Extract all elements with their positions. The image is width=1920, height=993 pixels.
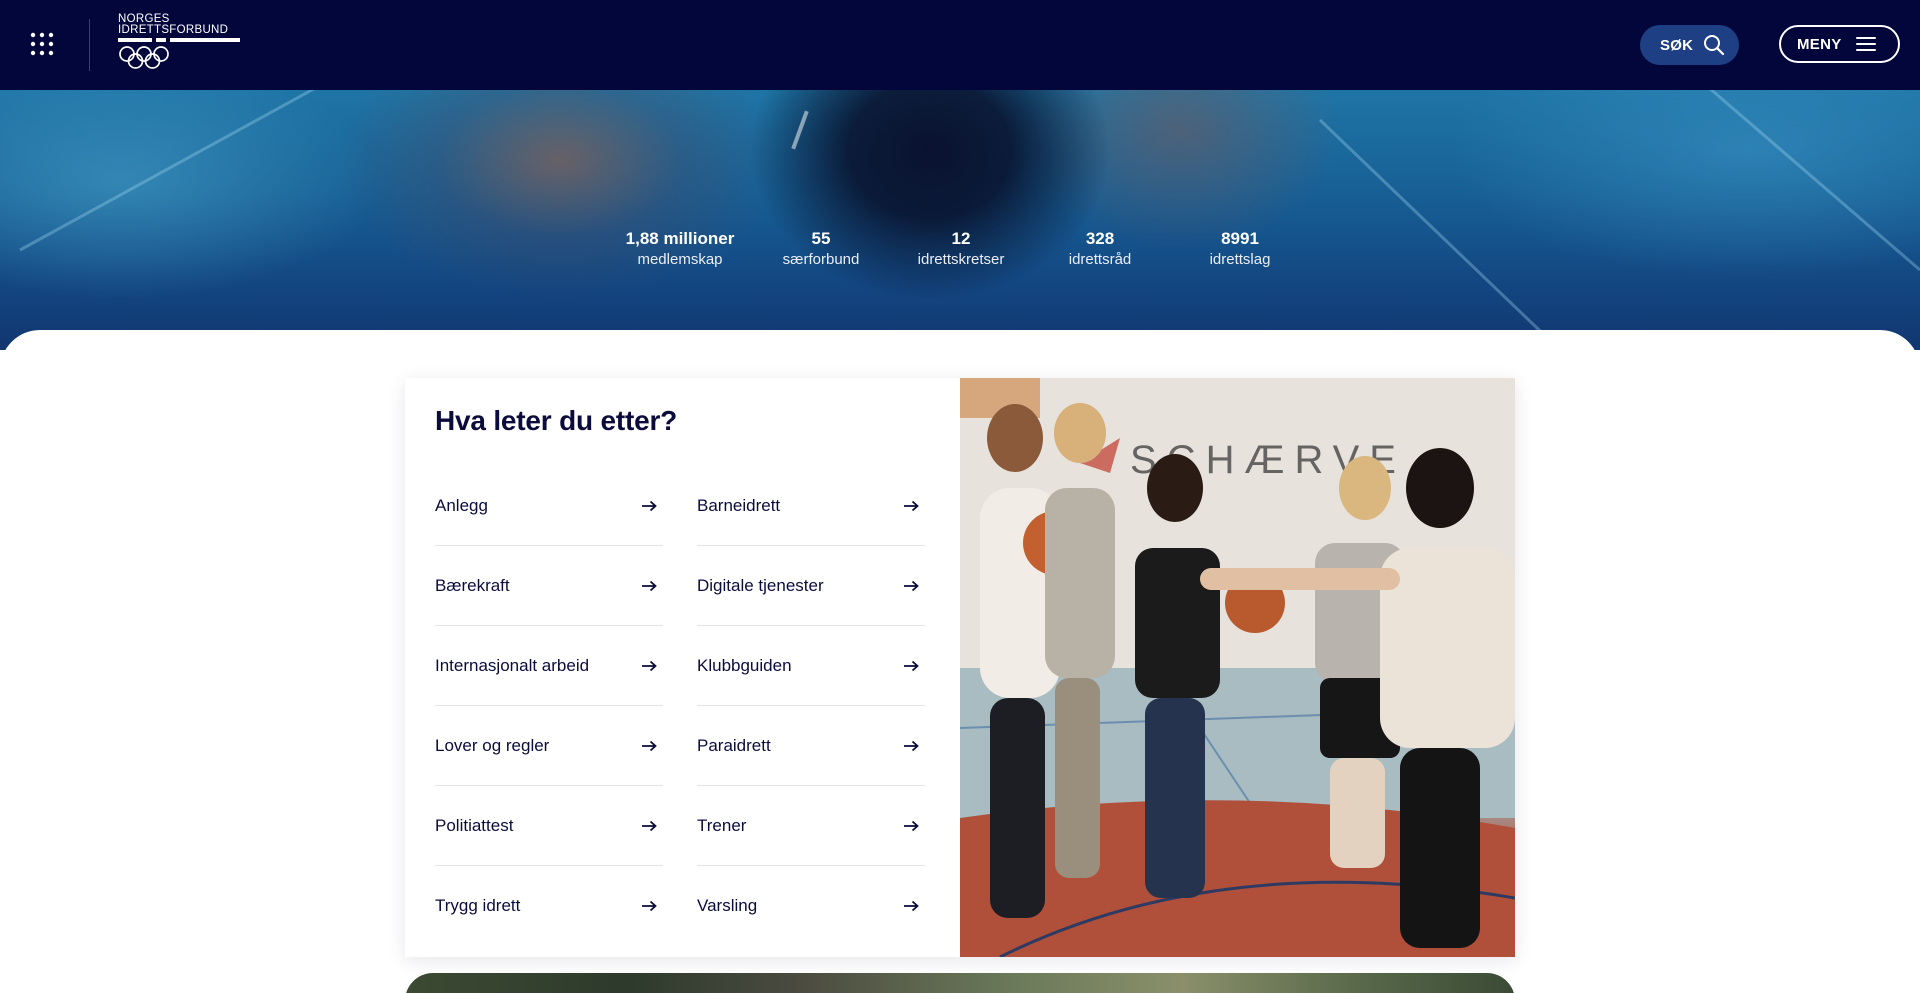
photo-illustration: SCHÆRVE xyxy=(960,378,1515,957)
quicklink-lover-og-regler[interactable]: Lover og regler xyxy=(435,706,663,786)
stat-item: 12 idrettskretser xyxy=(891,228,1031,270)
olympic-rings-icon xyxy=(119,46,169,69)
stat-value: 328 xyxy=(1085,229,1115,248)
stat-caption: idrettsråd xyxy=(1068,251,1132,268)
stat-item: 328 idrettsråd xyxy=(1030,228,1170,270)
stat-caption: medlemskap xyxy=(637,251,723,268)
search-button[interactable]: SØK xyxy=(1640,25,1739,65)
quicklink-internasjonalt-arbeid[interactable]: Internasjonalt arbeid xyxy=(435,626,663,706)
quicklink-trener[interactable]: Trener xyxy=(697,786,925,866)
menu-button[interactable]: MENY xyxy=(1779,25,1900,63)
arrow-right-icon xyxy=(904,740,919,751)
nif-logo[interactable]: NORGES IDRETTSFORBUND xyxy=(118,13,243,76)
apps-grid-icon[interactable] xyxy=(30,32,60,58)
quicklink-label: Varsling xyxy=(697,896,758,915)
quicklink-label: Paraidrett xyxy=(697,735,771,755)
header-divider xyxy=(89,19,90,71)
stat-value: 1,88 millioner xyxy=(625,229,735,248)
quicklink-label: Digitale tjenester xyxy=(697,575,824,595)
arrow-right-icon xyxy=(642,740,657,751)
quicklink-label: Lover og regler xyxy=(435,735,550,755)
quicklink-klubbguiden[interactable]: Klubbguiden xyxy=(697,626,925,706)
quicklink-label: Anlegg xyxy=(435,495,488,515)
site-header: NORGES IDRETTSFORBUND SØK MENY xyxy=(0,0,1920,90)
quicklink-label: Barneidrett xyxy=(697,495,781,515)
arrow-right-icon xyxy=(904,580,919,591)
quicklinks-panel: Hva leter du etter? Anlegg Bærekraft Int… xyxy=(405,378,960,957)
quicklink-anlegg[interactable]: Anlegg xyxy=(435,466,663,546)
quicklink-label: Internasjonalt arbeid xyxy=(435,655,590,675)
arrow-right-icon xyxy=(642,660,657,671)
quicklink-baerekraft[interactable]: Bærekraft xyxy=(435,546,663,626)
stat-value: 55 xyxy=(811,229,831,248)
arrow-right-icon xyxy=(642,820,657,831)
logo-line-2: IDRETTSFORBUND xyxy=(118,24,229,36)
quicklinks-card: Hva leter du etter? Anlegg Bærekraft Int… xyxy=(405,378,1515,957)
stat-item: 55 særforbund xyxy=(751,228,891,270)
menu-label: MENY xyxy=(1797,35,1842,53)
pool-lines-decoration xyxy=(19,90,1920,350)
quicklink-label: Trener xyxy=(697,815,747,835)
quicklink-trygg-idrett[interactable]: Trygg idrett xyxy=(435,866,663,946)
arrow-right-icon xyxy=(904,820,919,831)
quicklink-label: Klubbguiden xyxy=(697,655,792,675)
quicklink-label: Trygg idrett xyxy=(435,896,521,915)
quicklink-label: Bærekraft xyxy=(435,575,510,595)
magnifier-icon xyxy=(1704,35,1725,56)
quicklink-paraidrett[interactable]: Paraidrett xyxy=(697,706,925,786)
arrow-right-icon xyxy=(642,500,657,511)
quicklink-varsling[interactable]: Varsling xyxy=(697,866,925,946)
stat-item: 1,88 millioner medlemskap xyxy=(610,228,750,270)
children-basketball-photo: SCHÆRVE xyxy=(960,378,1515,957)
quicklink-label: Politiattest xyxy=(435,815,514,835)
stat-caption: idrettskretser xyxy=(917,251,1005,268)
stat-item: 8991 idrettslag xyxy=(1170,228,1310,270)
arrow-right-icon xyxy=(642,900,657,912)
logo-bars xyxy=(118,38,243,42)
quicklink-politiattest[interactable]: Politiattest xyxy=(435,786,663,866)
quicklinks-title: Hva leter du etter? xyxy=(435,405,678,436)
stat-value: 8991 xyxy=(1221,229,1259,248)
arrow-right-icon xyxy=(904,900,919,912)
hamburger-icon xyxy=(1855,37,1876,51)
arrow-right-icon xyxy=(904,660,919,671)
quicklink-barneidrett[interactable]: Barneidrett xyxy=(697,466,925,546)
arrow-right-icon xyxy=(642,580,657,591)
stat-caption: særforbund xyxy=(782,251,860,268)
stat-value: 12 xyxy=(951,229,971,248)
hero-banner: 1,88 millioner medlemskap 55 særforbund … xyxy=(0,90,1920,350)
stats-row: 1,88 millioner medlemskap 55 særforbund … xyxy=(0,228,1920,288)
quicklink-digitale-tjenester[interactable]: Digitale tjenester xyxy=(697,546,925,626)
search-label: SØK xyxy=(1660,36,1694,54)
next-section-image xyxy=(405,973,1515,993)
arrow-right-icon xyxy=(904,500,919,511)
stat-caption: idrettslag xyxy=(1209,251,1271,268)
